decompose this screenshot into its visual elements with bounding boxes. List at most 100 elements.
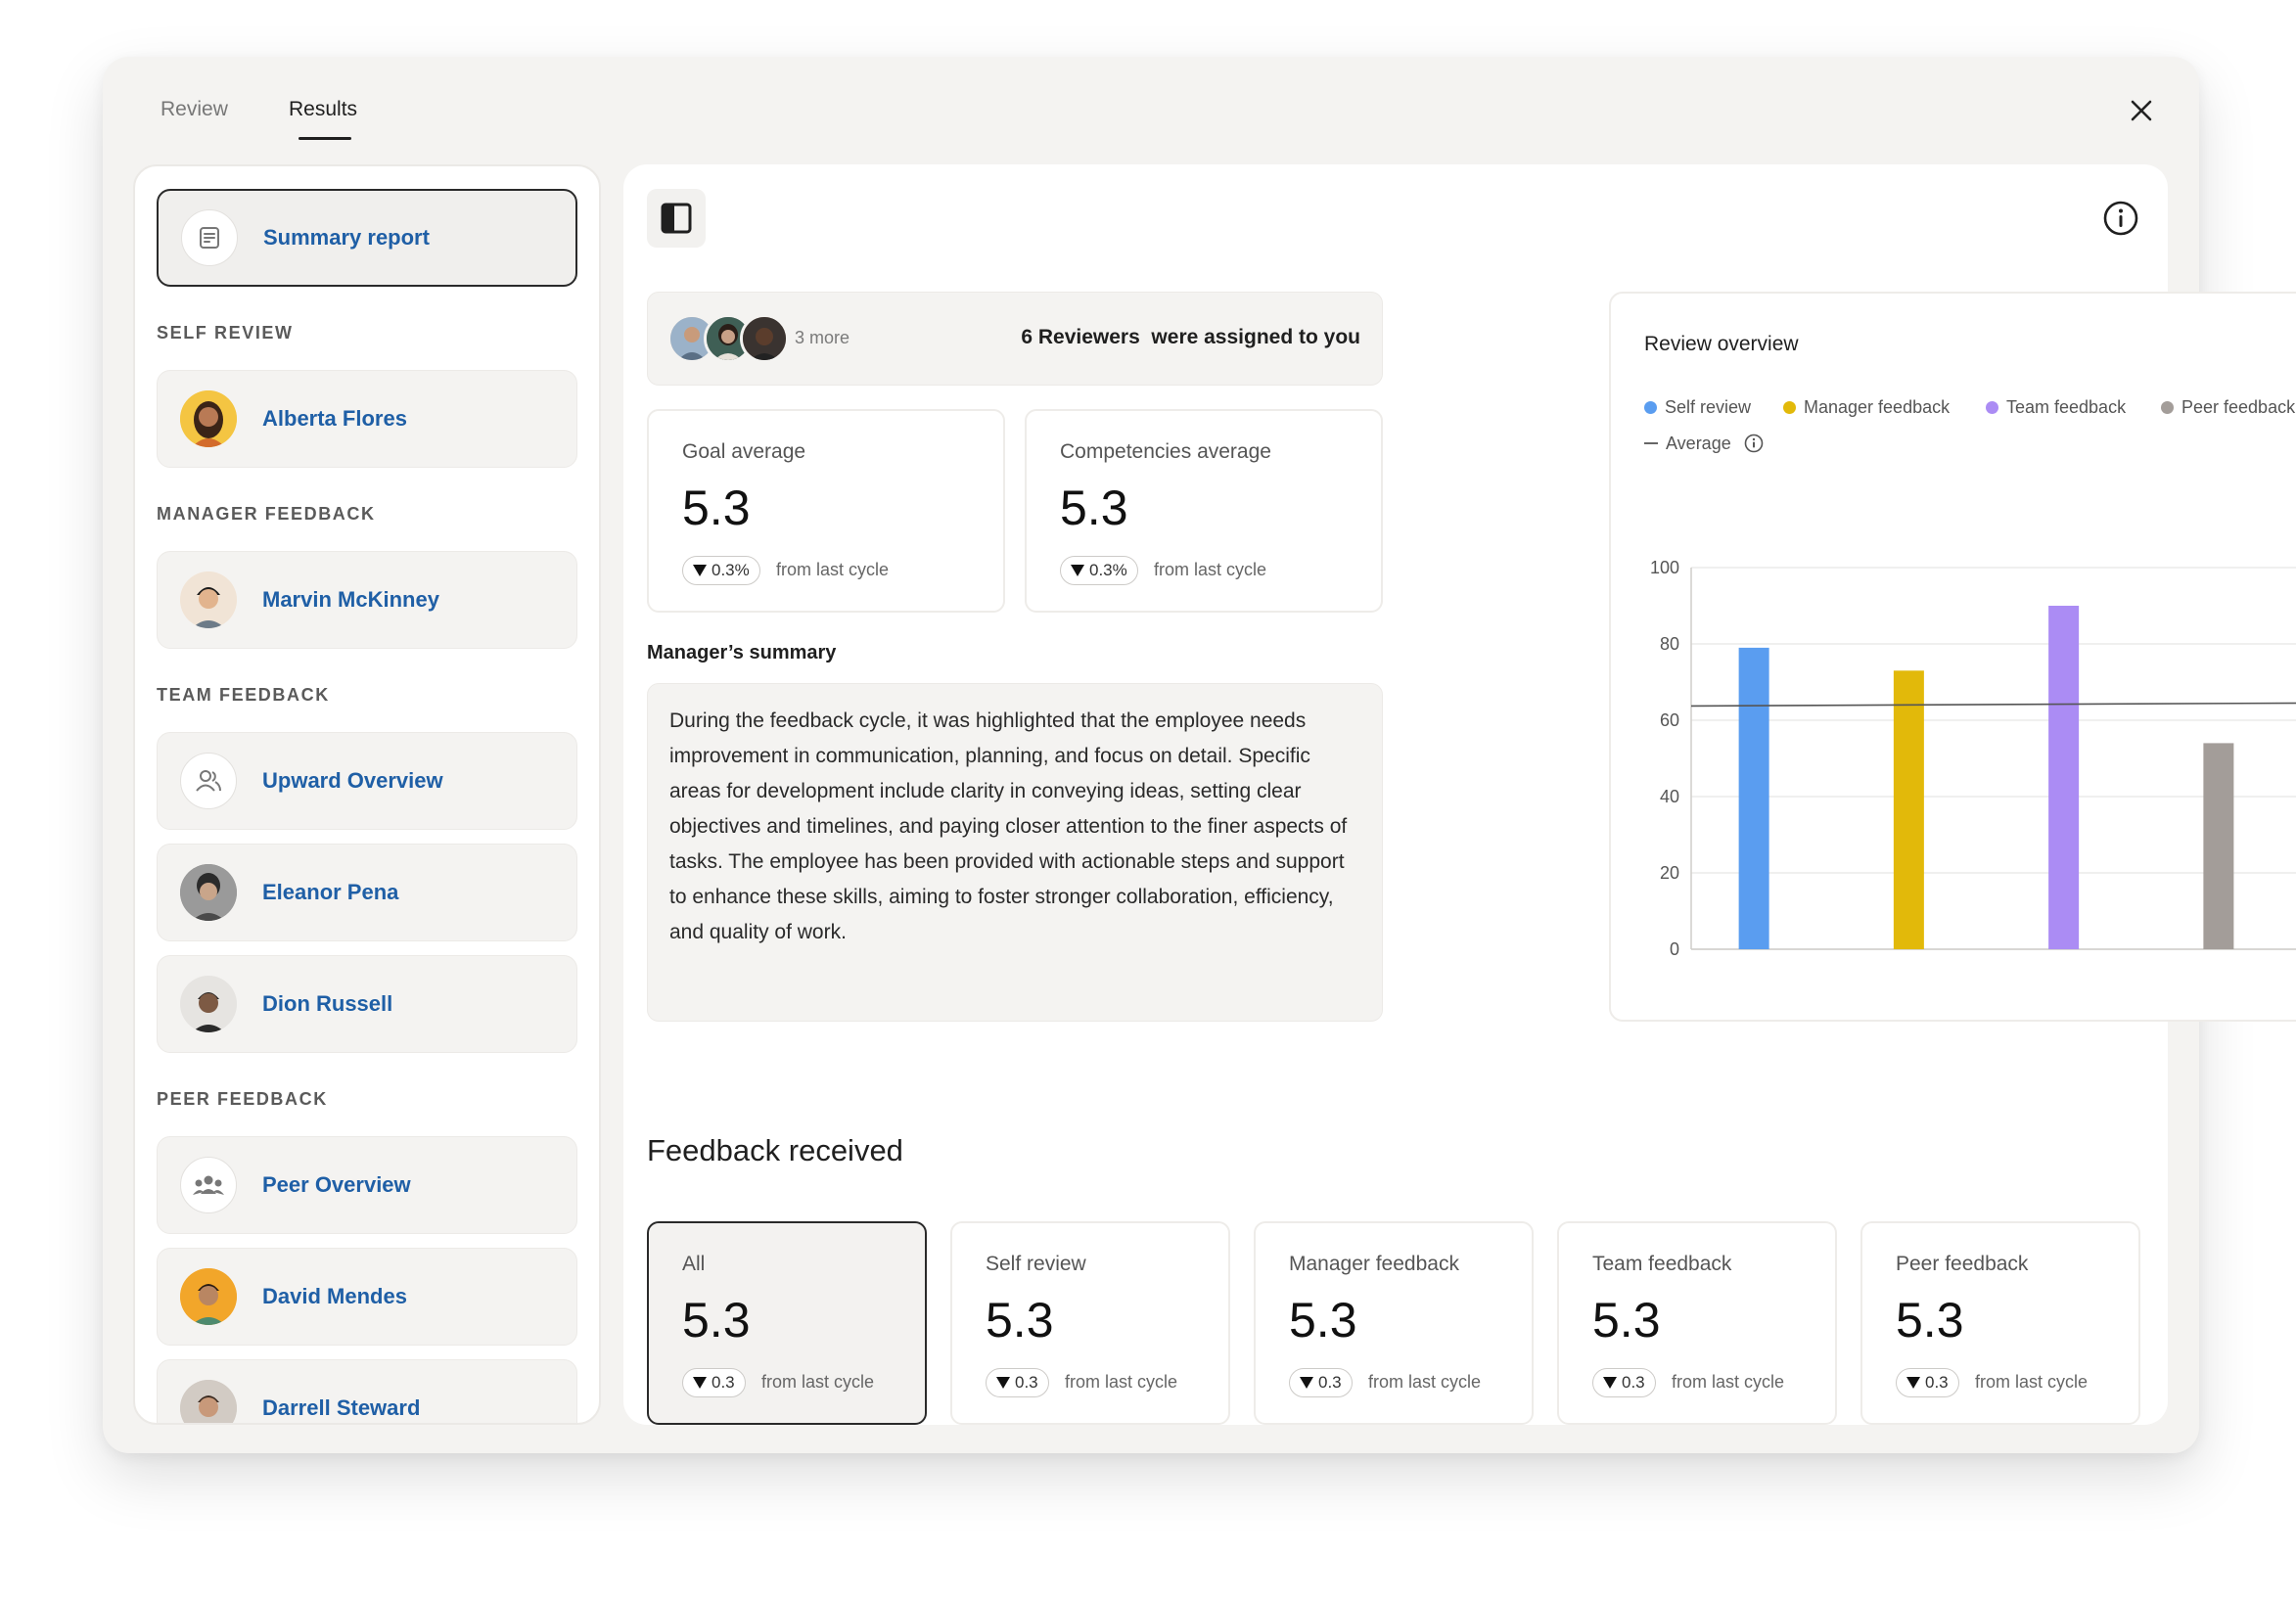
section-team-feedback: TEAM FEEDBACK [157, 685, 330, 705]
stat-value: 5.3 [1592, 1293, 1661, 1348]
section-manager-feedback: MANAGER FEEDBACK [157, 504, 376, 524]
bar-team-feedback [2048, 606, 2080, 949]
section-self-review: SELF REVIEW [157, 323, 294, 343]
delta-value: 0.3 [1015, 1373, 1038, 1392]
active-tab-indicator [298, 137, 351, 140]
feedback-card-all[interactable]: All 5.3 0.3 from last cycle [647, 1221, 927, 1425]
reviewers-summary: 3 more 6 Reviewers were assigned to you [647, 292, 1383, 386]
y-tick-label: 40 [1660, 787, 1679, 806]
group-icon [180, 1157, 237, 1213]
delta-caption: from last cycle [761, 1372, 875, 1392]
feedback-card-self-review[interactable]: Self review 5.3 0.3 from last cycle [950, 1221, 1230, 1425]
delta-value: 0.3 [1925, 1373, 1949, 1392]
stat-value: 5.3 [1896, 1293, 1964, 1348]
sidebar-item-dion-russell[interactable]: Dion Russell [157, 955, 577, 1053]
average-line [1690, 702, 2296, 708]
delta-caption: from last cycle [776, 560, 890, 579]
sidebar: Summary report SELF REVIEW Alberta Flore… [133, 164, 601, 1425]
sidebar-item-label: Dion Russell [262, 991, 393, 1016]
sidebar-item-summary-report[interactable]: Summary report [157, 189, 577, 287]
stat-title: Goal average [682, 440, 806, 463]
bar-peer-feedback [2203, 743, 2234, 949]
y-tick-label: 0 [1670, 939, 1679, 959]
down-triangle-icon [996, 1377, 1010, 1389]
delta-value: 0.3% [1089, 561, 1127, 579]
stat-title: Team feedback [1592, 1253, 1732, 1275]
stat-value: 5.3 [682, 1293, 751, 1348]
review-overview-card: Review overview Self review Manager feed… [1609, 292, 2296, 1022]
avatar [740, 314, 789, 363]
stat-value: 5.3 [986, 1293, 1054, 1348]
stat-title: Competencies average [1060, 440, 1271, 463]
stat-title: Self review [986, 1253, 1086, 1275]
y-tick-label: 20 [1660, 863, 1679, 883]
stat-value: 5.3 [682, 480, 751, 535]
sidebar-item-david-mendes[interactable]: David Mendes [157, 1248, 577, 1346]
info-icon [2103, 201, 2138, 236]
delta-badge: 0.3 [1289, 1368, 1353, 1397]
avatar [180, 1268, 237, 1325]
feedback-card-peer-feedback[interactable]: Peer feedback 5.3 0.3 from last cycle [1860, 1221, 2140, 1425]
document-icon [181, 209, 238, 266]
delta-value: 0.3 [712, 1373, 735, 1392]
delta-caption: from last cycle [1154, 560, 1267, 579]
panel-toggle-button[interactable] [647, 189, 706, 248]
sidebar-toggle-icon [661, 203, 692, 234]
competencies-average-card: Competencies average 5.3 0.3% from last … [1025, 409, 1383, 613]
dialog-header: Review Results [103, 57, 2199, 164]
down-triangle-icon [1071, 565, 1084, 576]
delta-badge: 0.3 [1592, 1368, 1656, 1397]
close-icon [2131, 100, 2152, 121]
avatar [180, 864, 237, 921]
users-icon [180, 753, 237, 809]
more-reviewers-count: 3 more [795, 328, 850, 347]
y-tick-label: 100 [1650, 558, 1679, 577]
down-triangle-icon [693, 1377, 707, 1389]
sidebar-item-label: Marvin McKinney [262, 587, 439, 612]
sidebar-item-label: Summary report [263, 225, 430, 250]
goal-average-card: Goal average 5.3 0.3% from last cycle [647, 409, 1005, 613]
sidebar-item-label: Peer Overview [262, 1172, 411, 1197]
sidebar-item-label: Eleanor Pena [262, 880, 399, 904]
close-button[interactable] [2125, 94, 2158, 127]
section-peer-feedback: PEER FEEDBACK [157, 1089, 328, 1109]
stat-title: Manager feedback [1289, 1253, 1459, 1275]
info-button[interactable] [2101, 199, 2140, 238]
down-triangle-icon [1906, 1377, 1920, 1389]
bar-chart: 0 20 40 60 80 100 [1650, 558, 2296, 959]
bar-self-review [1738, 647, 1769, 949]
sidebar-item-marvin-mckinney[interactable]: Marvin McKinney [157, 551, 577, 649]
delta-caption: from last cycle [1065, 1372, 1178, 1392]
tab-review[interactable]: Review [161, 98, 228, 121]
stat-value: 5.3 [1060, 480, 1128, 535]
managers-summary-text: During the feedback cycle, it was highli… [647, 683, 1383, 1022]
delta-badge: 0.3% [682, 556, 760, 585]
sidebar-item-eleanor-pena[interactable]: Eleanor Pena [157, 844, 577, 941]
delta-value: 0.3% [712, 561, 750, 579]
feedback-card-team-feedback[interactable]: Team feedback 5.3 0.3 from last cycle [1557, 1221, 1837, 1425]
y-tick-label: 80 [1660, 634, 1679, 654]
delta-caption: from last cycle [1368, 1372, 1482, 1392]
delta-value: 0.3 [1318, 1373, 1342, 1392]
delta-badge: 0.3 [986, 1368, 1049, 1397]
delta-badge: 0.3% [1060, 556, 1138, 585]
delta-badge: 0.3 [682, 1368, 746, 1397]
feedback-card-manager-feedback[interactable]: Manager feedback 5.3 0.3 from last cycle [1254, 1221, 1534, 1425]
tab-results[interactable]: Results [289, 98, 357, 121]
avatar [180, 390, 237, 447]
results-dialog: Review Results Summary report SELF REVIE… [103, 57, 2296, 1453]
sidebar-item-alberta-flores[interactable]: Alberta Flores [157, 370, 577, 468]
down-triangle-icon [1300, 1377, 1313, 1389]
avatar [180, 976, 237, 1032]
down-triangle-icon [1603, 1377, 1617, 1389]
delta-value: 0.3 [1622, 1373, 1645, 1392]
down-triangle-icon [693, 565, 707, 576]
reviewers-assigned-text: 6 Reviewers were assigned to you [1021, 326, 1360, 348]
sidebar-item-peer-overview[interactable]: Peer Overview [157, 1136, 577, 1234]
sidebar-item-darrell-steward[interactable]: Darrell Steward [157, 1359, 577, 1423]
sidebar-item-label: Upward Overview [262, 768, 443, 793]
delta-caption: from last cycle [1672, 1372, 1785, 1392]
feedback-received-title: Feedback received [647, 1133, 903, 1167]
sidebar-item-label: David Mendes [262, 1284, 407, 1308]
sidebar-item-upward-overview[interactable]: Upward Overview [157, 732, 577, 830]
